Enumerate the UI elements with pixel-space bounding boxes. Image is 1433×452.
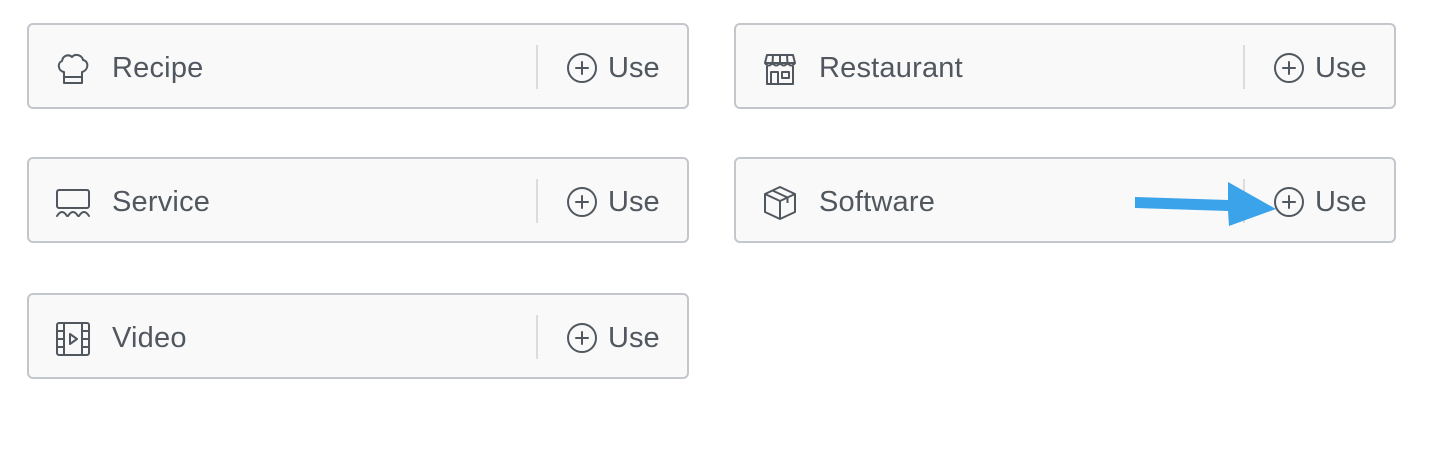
divider <box>536 315 538 359</box>
schema-type-label: Restaurant <box>819 52 963 84</box>
film-strip-icon <box>53 319 93 359</box>
use-button-software[interactable]: Use <box>1271 172 1381 232</box>
schema-type-label: Service <box>112 186 211 218</box>
use-button-video[interactable]: Use <box>564 308 674 368</box>
plus-circle-icon <box>566 322 598 354</box>
plus-circle-icon <box>566 186 598 218</box>
plus-circle-icon <box>566 52 598 84</box>
use-button-restaurant[interactable]: Use <box>1271 38 1381 98</box>
divider <box>536 45 538 89</box>
storefront-icon <box>760 49 800 89</box>
use-button-label: Use <box>1315 52 1367 84</box>
plus-circle-icon <box>1273 186 1305 218</box>
schema-type-card-service: Service Use <box>27 157 689 243</box>
use-button-service[interactable]: Use <box>564 172 674 232</box>
package-box-icon <box>760 183 800 223</box>
use-button-label: Use <box>608 186 660 218</box>
use-button-label: Use <box>1315 186 1367 218</box>
service-desk-icon <box>53 183 93 223</box>
schema-type-card-recipe: Recipe Use <box>27 23 689 109</box>
schema-type-label: Software <box>819 186 936 218</box>
plus-circle-icon <box>1273 52 1305 84</box>
schema-type-card-software: Software Use <box>734 157 1396 243</box>
chef-hat-icon <box>53 49 93 89</box>
use-button-recipe[interactable]: Use <box>564 38 674 98</box>
schema-type-label: Recipe <box>112 52 204 84</box>
divider <box>1243 45 1245 89</box>
schema-type-card-video: Video Use <box>27 293 689 379</box>
schema-type-label: Video <box>112 322 187 354</box>
schema-type-card-restaurant: Restaurant Use <box>734 23 1396 109</box>
use-button-label: Use <box>608 322 660 354</box>
divider <box>536 179 538 223</box>
divider <box>1243 179 1245 223</box>
use-button-label: Use <box>608 52 660 84</box>
